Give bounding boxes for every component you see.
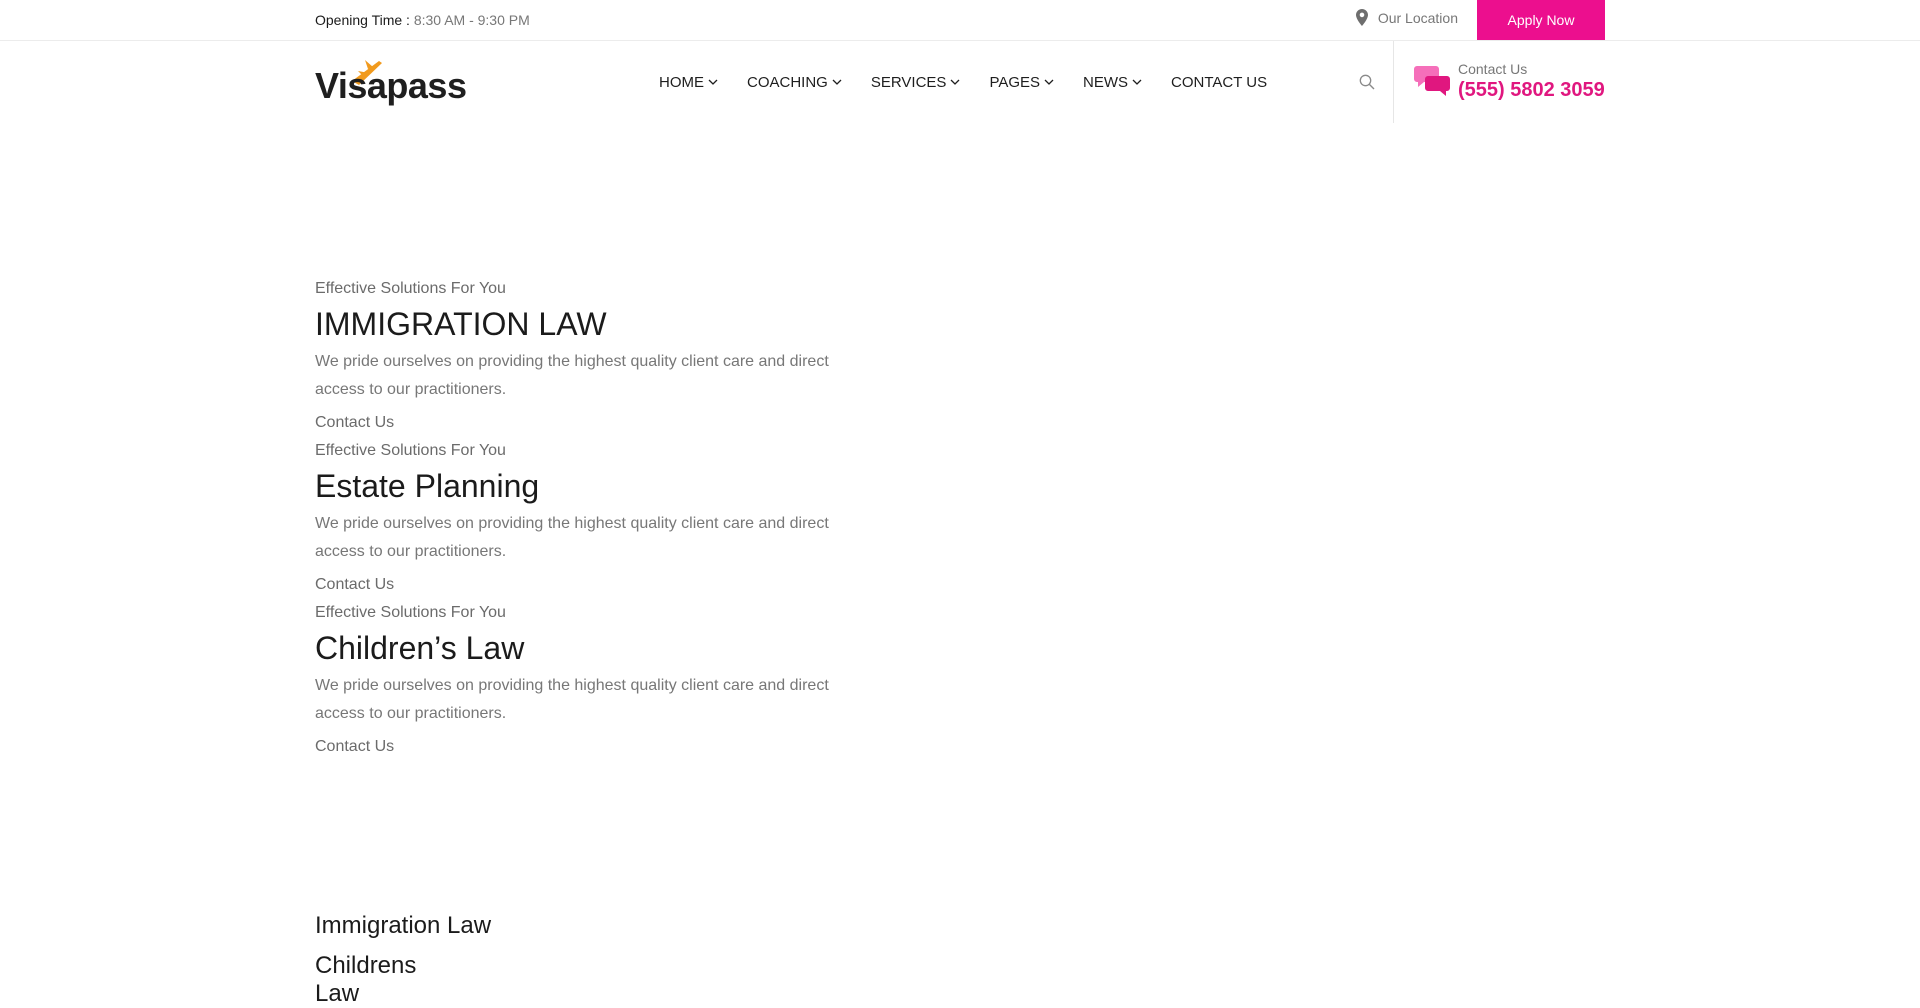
nav-item-label: PAGES: [989, 73, 1041, 91]
slide-contact-link[interactable]: Contact Us: [315, 414, 875, 432]
search-icon: [1359, 74, 1375, 90]
nav-item-label: HOME: [659, 73, 704, 91]
logo-text: Visapass: [315, 65, 467, 106]
contact-label: Contact Us: [1458, 61, 1528, 77]
contact-phone-link[interactable]: (555) 5802 3059: [1458, 79, 1605, 102]
apply-now-button[interactable]: Apply Now: [1477, 0, 1605, 40]
chevron-down-icon: [832, 79, 842, 85]
location-link[interactable]: Our Location: [1355, 9, 1458, 26]
nav-item-label: NEWS: [1083, 73, 1129, 91]
slide: Effective Solutions For You Children’s L…: [315, 604, 875, 756]
nav-item-label: SERVICES: [870, 73, 947, 91]
nav-item-pages[interactable]: PAGES: [989, 74, 1054, 91]
slide-text: We pride ourselves on providing the high…: [315, 353, 829, 398]
slide-title: IMMIGRATION LAW: [315, 306, 607, 342]
search-button[interactable]: [1359, 74, 1375, 95]
location-label: Our Location: [1377, 9, 1458, 26]
opening-time-label: Opening Time :: [315, 12, 410, 28]
service-list: Immigration Law Childrens Law: [315, 912, 491, 1008]
slide-subtitle: Effective Solutions For You: [315, 442, 506, 459]
chevron-down-icon: [950, 79, 960, 85]
service-item-immigration-law[interactable]: Immigration Law: [315, 912, 491, 940]
nav-item-coaching[interactable]: COACHING: [747, 74, 842, 91]
slide-subtitle: Effective Solutions For You: [315, 604, 506, 621]
nav-item-news[interactable]: NEWS: [1083, 74, 1142, 91]
nav-item-label: COACHING: [747, 73, 828, 91]
nav-item-label: CONTACT US: [1171, 73, 1268, 91]
chevron-down-icon: [708, 79, 718, 85]
slide: Effective Solutions For You IMMIGRATION …: [315, 280, 875, 432]
service-item-childrens-law[interactable]: Childrens Law: [315, 952, 425, 1008]
slide-text: We pride ourselves on providing the high…: [315, 515, 829, 560]
slide-title: Estate Planning: [315, 468, 540, 504]
slide-title: Children’s Law: [315, 630, 525, 666]
slide-contact-link[interactable]: Contact Us: [315, 576, 875, 594]
opening-time-value: 8:30 AM - 9:30 PM: [413, 12, 530, 28]
nav-item-contact-us[interactable]: CONTACT US: [1171, 74, 1267, 91]
main-nav: HOME COACHING SERVICES PAGES NEWS CONTAC…: [659, 41, 1267, 123]
nav-item-services[interactable]: SERVICES: [871, 74, 961, 91]
chevron-down-icon: [1132, 79, 1142, 85]
hero-slides: Effective Solutions For You IMMIGRATION …: [315, 280, 875, 756]
main-header: Visapass HOME COACHING SERVICES PAGES NE…: [0, 41, 1920, 123]
slide-text: We pride ourselves on providing the high…: [315, 677, 829, 722]
opening-time: Opening Time : 8:30 AM - 9:30 PM: [315, 12, 530, 28]
slide-subtitle: Effective Solutions For You: [315, 280, 506, 297]
map-pin-icon: [1355, 9, 1368, 26]
top-bar: Opening Time : 8:30 AM - 9:30 PM Our Loc…: [0, 0, 1920, 41]
slide: Effective Solutions For You Estate Plann…: [315, 442, 875, 594]
chevron-down-icon: [1044, 79, 1054, 85]
nav-item-home[interactable]: HOME: [659, 74, 718, 91]
header-divider: [1393, 41, 1394, 123]
chat-bubbles-icon: [1414, 66, 1450, 96]
logo[interactable]: Visapass: [315, 57, 467, 107]
slide-contact-link[interactable]: Contact Us: [315, 738, 875, 756]
